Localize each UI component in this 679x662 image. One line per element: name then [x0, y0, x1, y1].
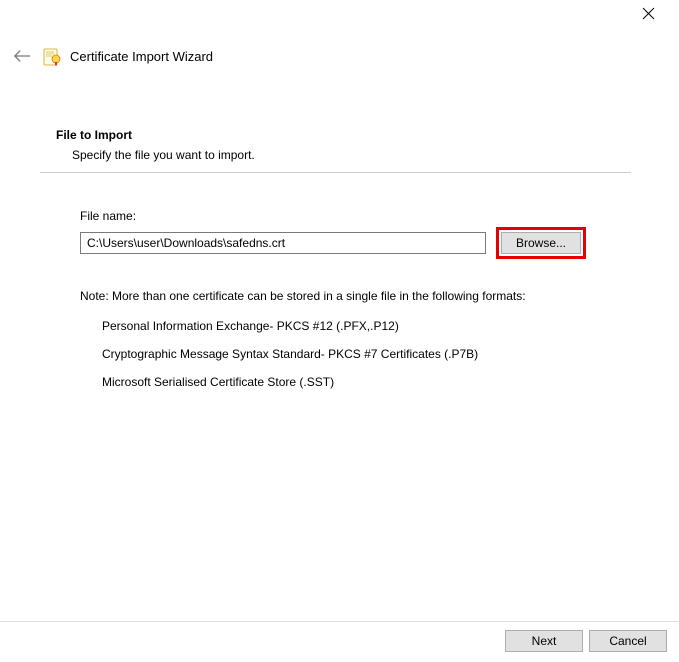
list-item: Cryptographic Message Syntax Standard- P… [102, 347, 631, 361]
format-list: Personal Information Exchange- PKCS #12 … [80, 319, 631, 389]
next-button[interactable]: Next [505, 630, 583, 652]
titlebar [0, 0, 679, 30]
close-icon[interactable] [634, 3, 663, 28]
cancel-button[interactable]: Cancel [589, 630, 667, 652]
file-name-input[interactable] [80, 232, 486, 254]
browse-button[interactable]: Browse... [501, 232, 581, 254]
file-name-label: File name: [80, 209, 631, 223]
footer-divider [0, 621, 679, 622]
wizard-title: Certificate Import Wizard [70, 49, 213, 64]
section-title: File to Import [56, 128, 631, 142]
back-arrow-icon[interactable] [10, 44, 34, 68]
certificate-icon [42, 46, 62, 66]
file-row: Browse... [80, 227, 631, 259]
note-block: Note: More than one certificate can be s… [56, 289, 631, 389]
file-area: File name: Browse... [56, 209, 631, 259]
list-item: Microsoft Serialised Certificate Store (… [102, 375, 631, 389]
list-item: Personal Information Exchange- PKCS #12 … [102, 319, 631, 333]
browse-highlight: Browse... [496, 227, 586, 259]
wizard-footer: Next Cancel [505, 630, 667, 652]
note-text: Note: More than one certificate can be s… [80, 289, 631, 303]
wizard-header: Certificate Import Wizard [0, 30, 679, 68]
section-description: Specify the file you want to import. [56, 148, 631, 162]
divider [40, 172, 631, 173]
wizard-content: File to Import Specify the file you want… [0, 68, 679, 389]
